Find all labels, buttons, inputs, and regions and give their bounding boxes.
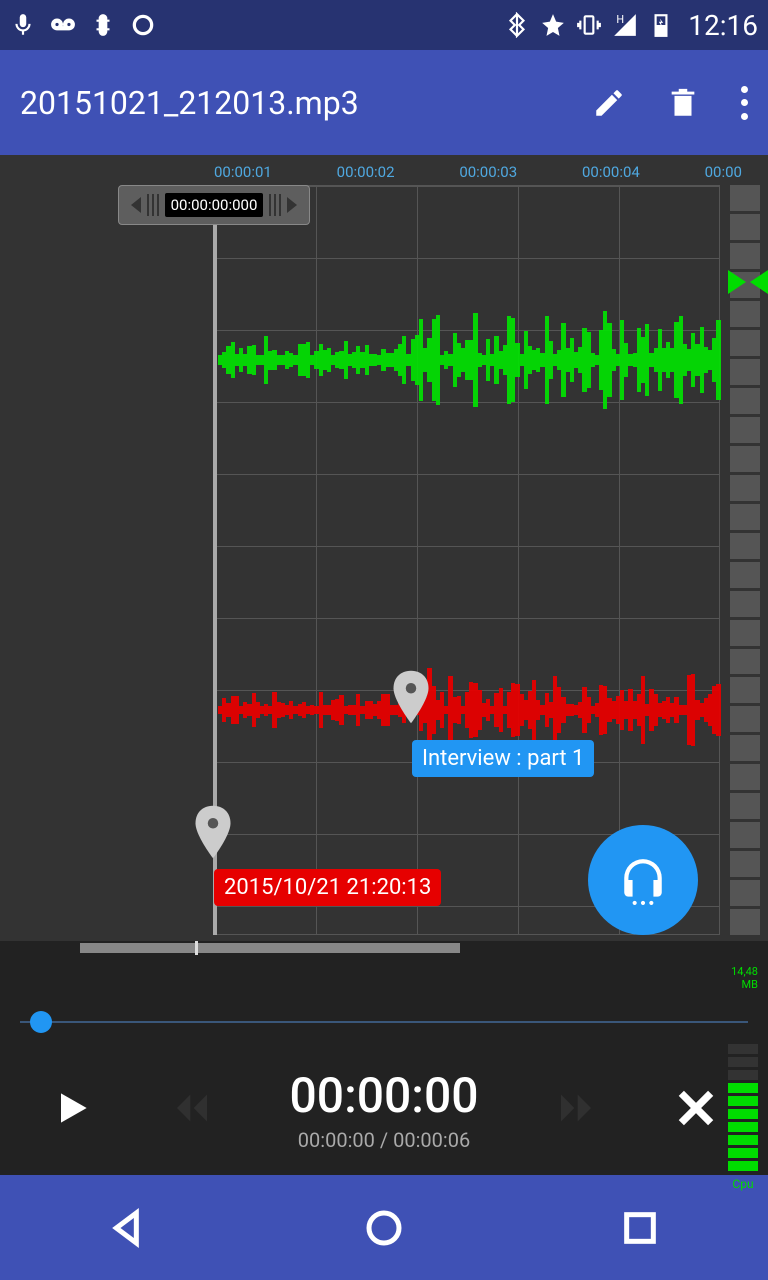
android-debug-icon — [90, 12, 116, 38]
waveform-channel-left: document.write(Array.from({length:120},(… — [218, 300, 720, 420]
circle-icon — [130, 12, 156, 38]
star-icon — [540, 12, 566, 38]
side-level-meter: document.write(Array.from({length:26},()… — [730, 185, 760, 935]
time-range: 00:00:00 / 00:00:06 — [290, 1128, 479, 1152]
time-ruler: 00:00:01 00:00:02 00:00:03 00:00:04 00:0… — [214, 163, 728, 183]
back-button[interactable] — [108, 1208, 148, 1248]
headphones-fab[interactable] — [588, 825, 698, 935]
close-button[interactable] — [674, 1086, 718, 1134]
waveform-grid — [214, 185, 720, 935]
playhead-time: 00:00:00:000 — [165, 193, 264, 217]
range-marker-icon[interactable] — [728, 270, 768, 294]
storage-meter: 14,48 MB Cpu — [728, 965, 758, 1165]
edit-icon[interactable] — [592, 86, 626, 120]
android-status-bar: H 12:16 — [0, 0, 768, 50]
play-button[interactable] — [50, 1086, 94, 1134]
vibrate-icon — [576, 12, 602, 38]
app-bar: 20151021_212013.mp3 — [0, 50, 768, 155]
player-panel: 00:00:00 00:00:00 / 00:00:06 14,48 MB Cp… — [0, 955, 768, 1175]
pin-icon — [390, 670, 432, 724]
bluetooth-icon — [504, 12, 530, 38]
overflow-menu-icon[interactable] — [740, 86, 748, 120]
status-time: 12:16 — [688, 9, 758, 42]
delete-icon[interactable] — [666, 86, 700, 120]
marker-label: 2015/10/21 21:20:13 — [214, 869, 441, 906]
marker-label: Interview : part 1 — [412, 740, 594, 777]
marker-interview[interactable]: Interview : part 1 — [390, 670, 432, 724]
android-nav-bar — [0, 1175, 768, 1280]
seek-handle[interactable] — [30, 1011, 52, 1033]
marker-timestamp[interactable]: 2015/10/21 21:20:13 — [192, 805, 234, 859]
svg-text:H: H — [617, 13, 625, 26]
forward-button[interactable] — [556, 1088, 596, 1132]
horizontal-scrollbar[interactable] — [0, 941, 768, 955]
signal-icon: H — [612, 12, 638, 38]
rewind-button[interactable] — [172, 1088, 212, 1132]
headphones-icon — [618, 855, 668, 905]
scrollbar-thumb[interactable] — [80, 943, 460, 953]
battery-icon — [648, 12, 674, 38]
file-title: 20151021_212013.mp3 — [20, 84, 592, 122]
voicemail-icon — [50, 12, 76, 38]
mic-icon — [10, 12, 36, 38]
current-time: 00:00:00 — [290, 1067, 479, 1124]
playhead-handle[interactable]: 00:00:00:000 — [118, 185, 310, 225]
pin-icon — [192, 805, 234, 859]
waveform-editor[interactable]: 00:00:01 00:00:02 00:00:03 00:00:04 00:0… — [0, 155, 768, 955]
recent-apps-button[interactable] — [620, 1208, 660, 1248]
home-button[interactable] — [364, 1208, 404, 1248]
seek-slider[interactable] — [20, 1007, 748, 1037]
